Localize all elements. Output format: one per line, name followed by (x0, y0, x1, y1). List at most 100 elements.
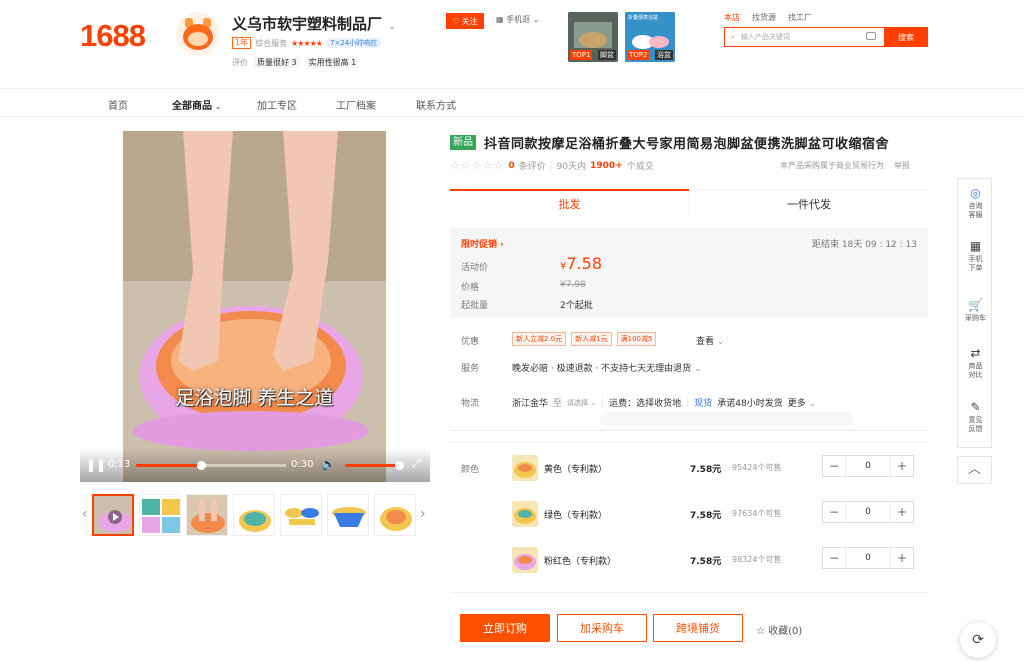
destination-select[interactable]: 请选择 ⌄ (567, 398, 596, 408)
video-caption: 足浴泡脚 养生之道 (175, 387, 334, 409)
sku-row: 粉红色（专利款） 7.58元 98324个可售 −0 + (512, 547, 928, 577)
camera-icon[interactable] (866, 32, 876, 40)
report-link[interactable]: 举报 (894, 161, 910, 170)
shop-name[interactable]: 义乌市软宇塑料制品厂 ⌄ (232, 13, 396, 34)
moq-label: 起批量 (461, 301, 489, 311)
buy-mode-tabs: 批发 一件代发 (450, 189, 928, 217)
mobile-link[interactable]: ▦ 手机逛 ⌄ (496, 14, 539, 25)
quantity-input[interactable]: 0 (845, 456, 891, 476)
sidebar-item-support[interactable]: ◎ 咨询 客服 (958, 179, 993, 227)
thumbnail[interactable] (92, 494, 134, 536)
chevron-down-icon[interactable]: ⌄ (388, 21, 396, 32)
coupon[interactable]: 新人立减2.0元 (512, 332, 567, 346)
edit-icon: ✎ (970, 400, 981, 414)
more-link[interactable]: 更多 ⌄ (788, 396, 816, 409)
search-scope: 本店 找货源 找工厂 (724, 12, 812, 23)
chevron-left-icon[interactable]: ‹ (82, 506, 88, 522)
volume-slider[interactable] (345, 461, 404, 470)
cross-border-button[interactable]: 跨境铺货 (653, 614, 743, 642)
quantity-input[interactable]: 0 (845, 548, 891, 568)
tab-wholesale[interactable]: 批发 (450, 189, 689, 217)
progress-fill (136, 464, 202, 467)
search-input[interactable]: ⌕ 输入产品关键词 (724, 27, 884, 47)
coupon[interactable]: 满100减5 (616, 332, 657, 346)
thumbnail[interactable] (186, 494, 228, 536)
purchase-note: 本产品采购属于商业贸易行为 举报 (780, 160, 910, 171)
scope-find-factory[interactable]: 找工厂 (788, 12, 812, 23)
favorite-button[interactable]: ☆ 收藏(0) (756, 622, 802, 637)
view-coupons[interactable]: 查看 ⌄ (696, 334, 724, 347)
review-label[interactable]: 条评价 (519, 159, 546, 172)
plus-icon[interactable]: + (891, 459, 913, 473)
sidebar-item-compare[interactable]: ⇄ 商品 对比 (958, 339, 993, 387)
eval-tag[interactable]: 实用性很高 1 (305, 57, 360, 68)
nav-oem[interactable]: 加工专区 (257, 97, 297, 112)
shop-name-text[interactable]: 义乌市软宇塑料制品厂 (232, 15, 382, 33)
thumbnail[interactable] (280, 494, 322, 536)
follow-button[interactable]: ♡ 关注 (446, 13, 484, 29)
search-button[interactable]: 搜索 (884, 27, 928, 47)
rank-category: 脚盆 (598, 50, 616, 60)
chevron-right-icon[interactable]: › (420, 506, 426, 522)
plus-icon[interactable]: + (891, 505, 913, 519)
promo-card-2[interactable]: 折叠便携浴盆 TOP2 浴盆 (625, 12, 675, 62)
flash-sale-label[interactable]: 限时促销 › (461, 237, 504, 250)
qr-icon: ▦ (496, 15, 507, 24)
eval-tag[interactable]: 质量很好 3 (254, 57, 300, 68)
volume-icon[interactable]: 🔈 (321, 457, 336, 471)
coupon[interactable]: 新人减1元 (571, 332, 612, 346)
nav-all-products[interactable]: 全部商品 ⌄ (172, 97, 222, 112)
nav-factory[interactable]: 工厂档案 (336, 97, 376, 112)
ship-promise: 承诺48小时发货 (717, 399, 783, 409)
thumbnail[interactable] (233, 494, 275, 536)
moq-value: 2个起批 (560, 301, 593, 311)
nav-contact[interactable]: 联系方式 (416, 97, 456, 112)
sidebar-item-mobile[interactable]: ▦ 手机 下单 (958, 232, 993, 280)
thumbnail[interactable] (327, 494, 369, 536)
minus-icon[interactable]: − (823, 505, 845, 519)
sidebar-item-feedback[interactable]: ✎ 意见 反馈 (958, 393, 993, 441)
site-logo[interactable]: 1688 (80, 18, 146, 54)
product-title: 抖音同款按摩足浴桶折叠大号家用简易泡脚盆便携洗脚盆可收缩宿舍 (484, 137, 890, 152)
promo-caption: 折叠便携浴盆 (628, 15, 659, 21)
product-video[interactable]: 足浴泡脚 养生之道 (123, 131, 386, 482)
assistant-button[interactable]: ⟳ (960, 622, 996, 658)
sku-image[interactable] (512, 455, 538, 481)
freight[interactable]: 运费：选择收货地 (609, 396, 681, 409)
tab-dropship[interactable]: 一件代发 (689, 189, 928, 217)
logistics-row: 浙江金华 至 请选择 ⌄ | 运费：选择收货地 | 现货 承诺48小时发货 更多… (512, 396, 816, 410)
thumbnail-strip: ‹ › (80, 494, 430, 538)
progress-knob[interactable] (197, 461, 206, 470)
sku-image[interactable] (512, 501, 538, 527)
review-count[interactable]: 0 (508, 161, 514, 171)
volume-knob[interactable] (395, 461, 404, 470)
promo-price-label: 活动价 (461, 263, 489, 273)
star-icon: ☆ (756, 626, 769, 637)
years-badge: 1年 (232, 37, 252, 49)
fullscreen-icon[interactable]: ⤢ (412, 457, 421, 471)
new-badge: 新品 (450, 135, 476, 150)
sidebar-item-cart[interactable]: 🛒 采购车 (958, 291, 993, 339)
service-text[interactable]: 晚发必赔 · 极速退款 · 不支持七天无理由退货 ⌄ (512, 361, 702, 374)
heart-icon: ♡ (452, 16, 460, 26)
promo-card-1[interactable]: TOP1 脚盆 (568, 12, 618, 62)
sku-image[interactable] (512, 547, 538, 573)
plus-icon[interactable]: + (891, 551, 913, 565)
minus-icon[interactable]: − (823, 459, 845, 473)
video-progress[interactable] (136, 461, 286, 470)
play-pause-icon[interactable]: ❚❚ (86, 458, 106, 472)
shop-avatar[interactable] (176, 12, 220, 56)
minus-icon[interactable]: − (823, 551, 845, 565)
thumbnail[interactable] (374, 494, 416, 536)
scope-find-goods[interactable]: 找货源 (752, 12, 776, 23)
scope-this-shop[interactable]: 本店 (724, 12, 740, 23)
order-now-button[interactable]: 立即订购 (460, 614, 550, 642)
nav-home[interactable]: 首页 (108, 97, 128, 112)
thumbnail[interactable] (139, 494, 181, 536)
service-label: 服务 (461, 364, 480, 374)
back-to-top-button[interactable]: ︿ (957, 456, 992, 484)
quantity-input[interactable]: 0 (845, 502, 891, 522)
favorite-label: 收藏(0) (768, 626, 803, 637)
rank-badge: TOP1 (570, 50, 593, 60)
add-to-cart-button[interactable]: 加采购车 (557, 614, 647, 642)
